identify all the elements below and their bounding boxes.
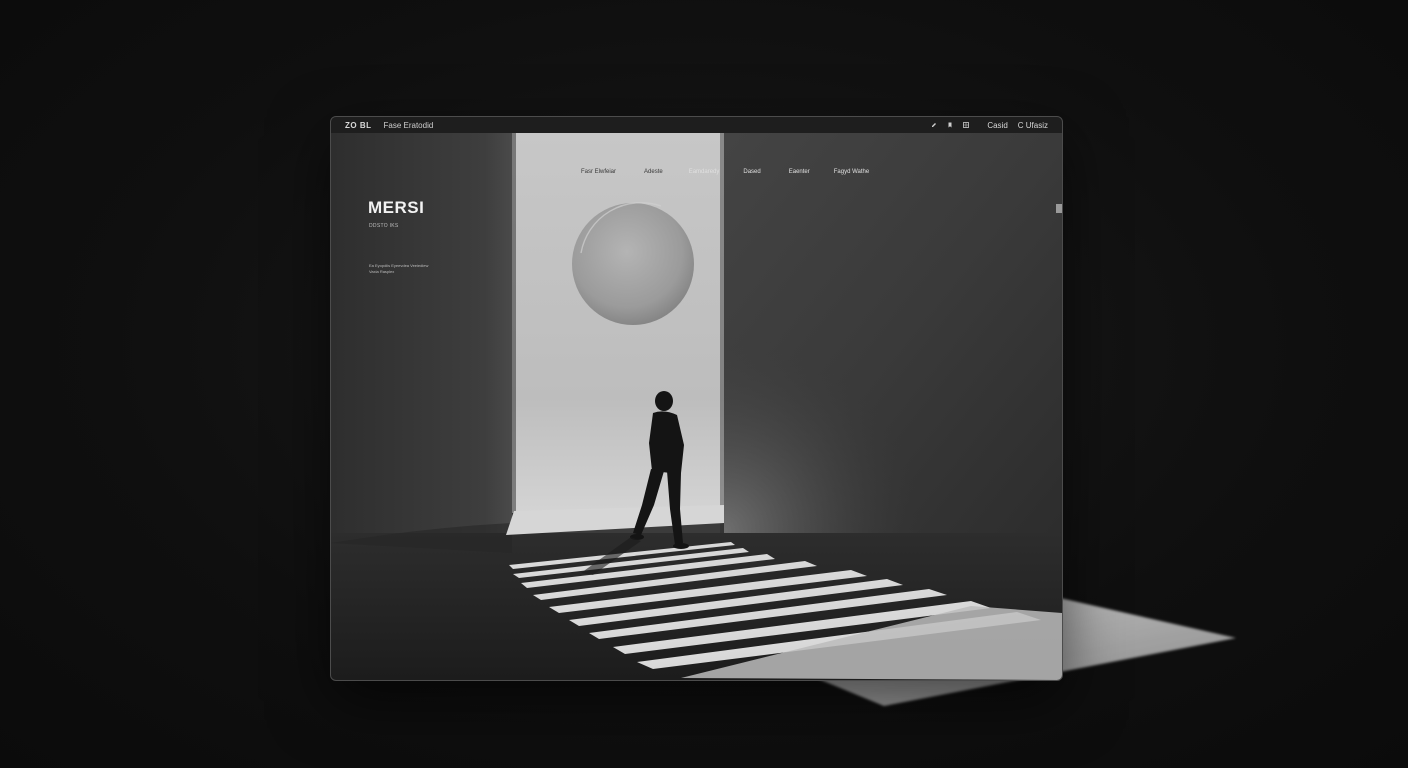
nav-item-5[interactable]: Eaenter (789, 169, 810, 175)
titlebar-actions: Casid C Ufasiz (931, 121, 1048, 130)
nav-item-6[interactable]: Fagyd Wathe (834, 169, 869, 175)
titlebar-item-ufasiz[interactable]: C Ufasiz (1018, 121, 1048, 130)
brand-logo[interactable]: ZO BL (345, 121, 372, 130)
desktop-backdrop: ZO BL Fase Eratodid Casid C Ufasiz MERSI… (0, 0, 1408, 768)
hero-description: Ea Eyopdiis Eyeevdea Veeiediew Vaxia Ras… (369, 263, 429, 274)
window-titlebar: ZO BL Fase Eratodid Casid C Ufasiz (331, 117, 1062, 133)
top-nav: Fasr Elwfeiar Adeste Eamdaredy Dased Eae… (581, 169, 869, 175)
hero-title: MERSI (368, 198, 425, 217)
nav-item-3[interactable]: Eamdaredy (689, 169, 720, 175)
hero-subtitle: DDSTO IKS (369, 223, 399, 229)
nav-item-4[interactable]: Dased (743, 169, 760, 175)
nav-item-2[interactable]: Adeste (644, 169, 663, 175)
edit-icon[interactable] (931, 122, 937, 128)
nav-item-1[interactable]: Fasr Elwfeiar (581, 169, 616, 175)
hero-scene: MERSI DDSTO IKS Ea Eyopdiis Eyeevdea Vee… (331, 133, 1062, 680)
document-title: Fase Eratodid (383, 120, 434, 130)
browser-window: ZO BL Fase Eratodid Casid C Ufasiz MERSI… (330, 116, 1063, 681)
titlebar-item-casid[interactable]: Casid (987, 121, 1007, 130)
grid-icon[interactable] (963, 122, 970, 128)
bookmark-icon[interactable] (947, 122, 953, 128)
hero-artwork (331, 133, 1062, 680)
scrollbar-handle[interactable] (1056, 204, 1062, 213)
